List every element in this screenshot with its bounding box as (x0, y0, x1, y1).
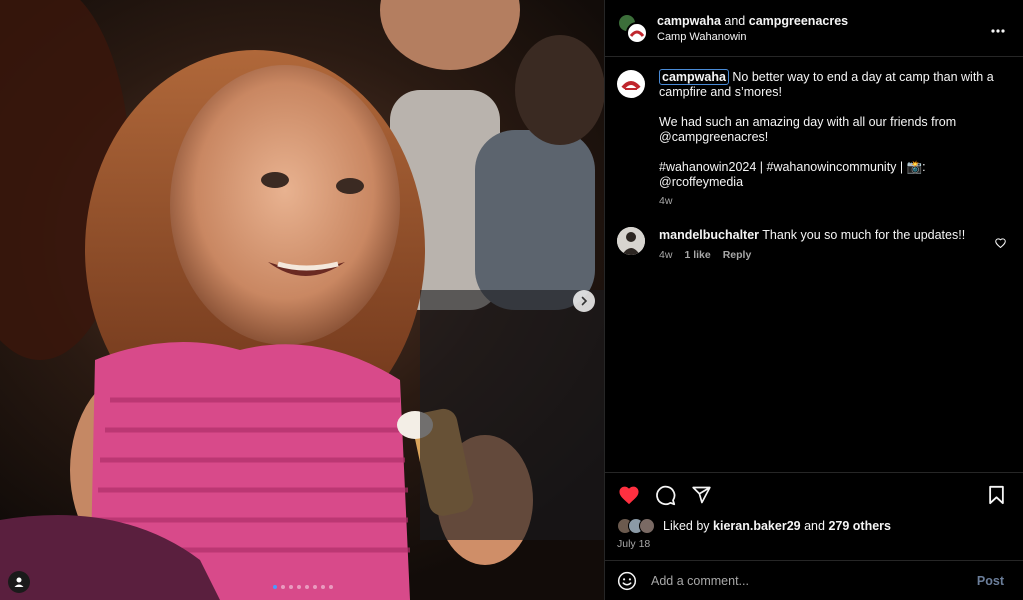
carousel-dot (281, 585, 285, 589)
collab-avatars[interactable] (617, 13, 648, 44)
liker-username[interactable]: kieran.baker29 (713, 519, 801, 533)
avatar (639, 518, 655, 534)
comment-button[interactable] (653, 483, 677, 507)
comment: mandelbuchalter Thank you so much for th… (617, 227, 1012, 263)
carousel-dot (321, 585, 325, 589)
comment-timestamp: 4w (659, 249, 673, 261)
likes-others-count[interactable]: 279 others (828, 519, 891, 533)
author-username[interactable]: campwaha (657, 14, 721, 28)
heart-outline-icon (995, 238, 1006, 249)
avatar (626, 22, 648, 44)
user-icon (14, 577, 24, 587)
avatar-image (617, 227, 645, 255)
send-icon (691, 486, 711, 504)
heart-filled-icon (619, 486, 639, 505)
comment-input[interactable] (651, 573, 977, 588)
post-caption: campwaha No better way to end a day at c… (617, 69, 1012, 209)
post-authors: campwaha and campgreenacres (657, 13, 848, 30)
carousel-indicator (273, 585, 333, 589)
collaborator-username[interactable]: campgreenacres (749, 14, 848, 28)
post-media[interactable] (0, 0, 604, 600)
caption-line: We had such an amazing day with all our … (659, 115, 957, 144)
caption-hashtags[interactable]: #wahanowin2024 | #wahanowincommunity | 📸… (659, 160, 926, 174)
share-button[interactable] (689, 483, 713, 507)
carousel-dot (329, 585, 333, 589)
comment-username[interactable]: mandelbuchalter (659, 228, 759, 242)
emoji-icon (617, 571, 637, 590)
carousel-dot (297, 585, 301, 589)
authors-joiner: and (724, 13, 746, 28)
caption-username[interactable]: campwaha (659, 69, 729, 85)
post-photo (0, 0, 604, 600)
carousel-dot (313, 585, 317, 589)
reply-button[interactable]: Reply (723, 247, 752, 263)
add-comment-bar: Post (605, 560, 1023, 600)
comment-icon (655, 485, 675, 505)
next-slide-button[interactable] (573, 290, 595, 312)
emoji-button[interactable] (617, 571, 637, 591)
bookmark-icon (988, 485, 1004, 505)
post-actions: Liked by kieran.baker29 and 279 others J… (605, 472, 1023, 560)
caption-mention[interactable]: @rcoffeymedia (659, 175, 743, 189)
post-location[interactable]: Camp Wahanowin (657, 31, 848, 43)
avatar[interactable] (617, 70, 645, 98)
camp-logo-icon (621, 81, 641, 90)
more-horizontal-icon (991, 29, 1005, 33)
carousel-dot (289, 585, 293, 589)
carousel-dot (273, 585, 277, 589)
chevron-right-icon (581, 296, 588, 306)
likes-prefix: Liked by (663, 519, 710, 533)
like-button[interactable] (617, 483, 641, 507)
likes-summary[interactable]: Liked by kieran.baker29 and 279 others (617, 518, 891, 534)
post-side-panel: campwaha and campgreenacres Camp Wahanow… (604, 0, 1023, 600)
tagged-users-button[interactable] (8, 571, 30, 593)
caption-text: campwaha No better way to end a day at c… (659, 69, 1012, 209)
carousel-dot (305, 585, 309, 589)
camp-logo-icon (630, 30, 644, 37)
comment-text: Thank you so much for the updates!! (762, 228, 966, 242)
more-options-button[interactable] (991, 20, 1005, 38)
post-header: campwaha and campgreenacres Camp Wahanow… (605, 0, 1023, 57)
liker-avatars (617, 518, 657, 534)
post-date: July 18 (617, 538, 651, 550)
comment-likes[interactable]: 1 like (684, 247, 710, 263)
likes-joiner: and (804, 519, 825, 533)
post-comment-button[interactable]: Post (977, 574, 1004, 588)
avatar[interactable] (617, 227, 645, 255)
caption-timestamp: 4w (659, 195, 673, 207)
like-comment-button[interactable] (995, 235, 1006, 253)
save-button[interactable] (984, 483, 1008, 507)
